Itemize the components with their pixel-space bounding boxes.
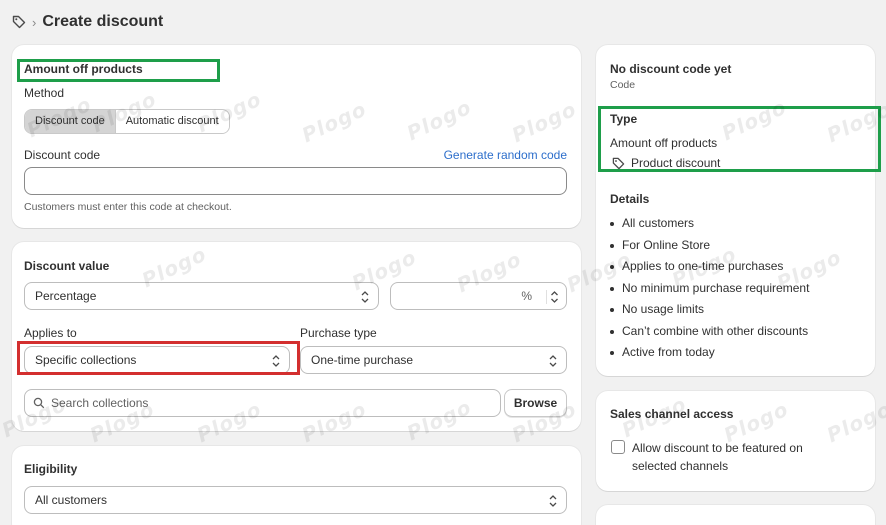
select-arrows-icon	[549, 495, 557, 507]
feature-channels-label-line2: selected channels	[632, 459, 729, 473]
value-type-select[interactable]: Percentage	[24, 282, 379, 310]
percent-suffix: %	[521, 289, 532, 303]
eligibility-heading: Eligibility	[24, 462, 78, 476]
page-header: › Create discount	[12, 12, 163, 32]
select-arrows-icon	[361, 291, 369, 303]
purchase-type-label: Purchase type	[300, 326, 377, 340]
feature-channels-checkbox[interactable]	[611, 440, 625, 454]
automatic-discount-segment[interactable]: Automatic discount	[114, 110, 229, 133]
list-item: No usage limits	[608, 299, 809, 321]
stepper-icon[interactable]	[546, 290, 560, 304]
list-item: For Online Store	[608, 235, 809, 257]
tag-icon	[12, 15, 26, 29]
eligibility-text: All customers	[35, 493, 108, 507]
generate-random-code-link[interactable]: Generate random code	[444, 148, 567, 162]
discount-code-input[interactable]	[24, 167, 567, 195]
list-item: All customers	[608, 213, 809, 235]
details-heading: Details	[610, 192, 650, 206]
applies-to-label: Applies to	[24, 326, 77, 340]
method-label: Method	[24, 86, 65, 100]
eligibility-card: Eligibility All customers	[12, 446, 581, 525]
type-badge-text: Product discount	[631, 156, 721, 170]
value-type-text: Percentage	[35, 289, 97, 303]
search-collections-input[interactable]: Search collections	[24, 389, 501, 417]
type-heading: Type	[610, 112, 638, 126]
chevron-right-icon: ›	[32, 14, 37, 30]
percent-value-input[interactable]: %	[390, 282, 567, 310]
purchase-type-select[interactable]: One-time purchase	[300, 346, 567, 374]
browse-button[interactable]: Browse	[504, 389, 567, 417]
search-icon	[33, 397, 45, 409]
discount-value-card: Discount value Percentage % Applies to P…	[12, 242, 581, 431]
method-card: Amount off products Method Discount code…	[12, 45, 581, 228]
sales-channel-heading: Sales channel access	[610, 407, 734, 421]
discount-value-heading: Discount value	[24, 259, 110, 273]
method-segmented-control: Discount code Automatic discount	[24, 109, 230, 134]
eligibility-select[interactable]: All customers	[24, 486, 567, 514]
summary-card: No discount code yet Code Type Amount of…	[596, 45, 875, 376]
type-value: Amount off products	[610, 136, 718, 150]
tag-icon	[612, 157, 625, 169]
code-subtitle: Code	[610, 79, 636, 91]
discount-code-segment[interactable]: Discount code	[25, 110, 115, 133]
type-badge: Product discount	[612, 156, 720, 170]
sales-channel-card: Sales channel access Allow discount to b…	[596, 391, 875, 491]
applies-to-text: Specific collections	[35, 353, 137, 367]
page-title: Create discount	[42, 13, 164, 30]
feature-channels-label: Allow discount to be featured on selecte…	[632, 439, 803, 475]
code-title: No discount code yet	[610, 62, 732, 76]
applies-to-select[interactable]: Specific collections	[24, 346, 290, 374]
select-arrows-icon	[272, 355, 280, 367]
list-item: Can’t combine with other discounts	[608, 321, 809, 343]
list-item: No minimum purchase requirement	[608, 278, 809, 300]
purchase-type-text: One-time purchase	[311, 353, 414, 367]
method-card-heading: Amount off products	[24, 62, 143, 76]
details-list: All customers For Online Store Applies t…	[608, 213, 809, 364]
select-arrows-icon	[549, 355, 557, 367]
feature-channels-label-line1: Allow discount to be featured on	[632, 441, 803, 455]
list-item: Applies to one-time purchases	[608, 256, 809, 278]
discount-code-label: Discount code	[24, 148, 101, 162]
search-placeholder: Search collections	[51, 396, 149, 410]
list-item: Active from today	[608, 342, 809, 364]
discount-code-helper: Customers must enter this code at checko…	[24, 201, 232, 213]
partial-card	[596, 505, 875, 525]
